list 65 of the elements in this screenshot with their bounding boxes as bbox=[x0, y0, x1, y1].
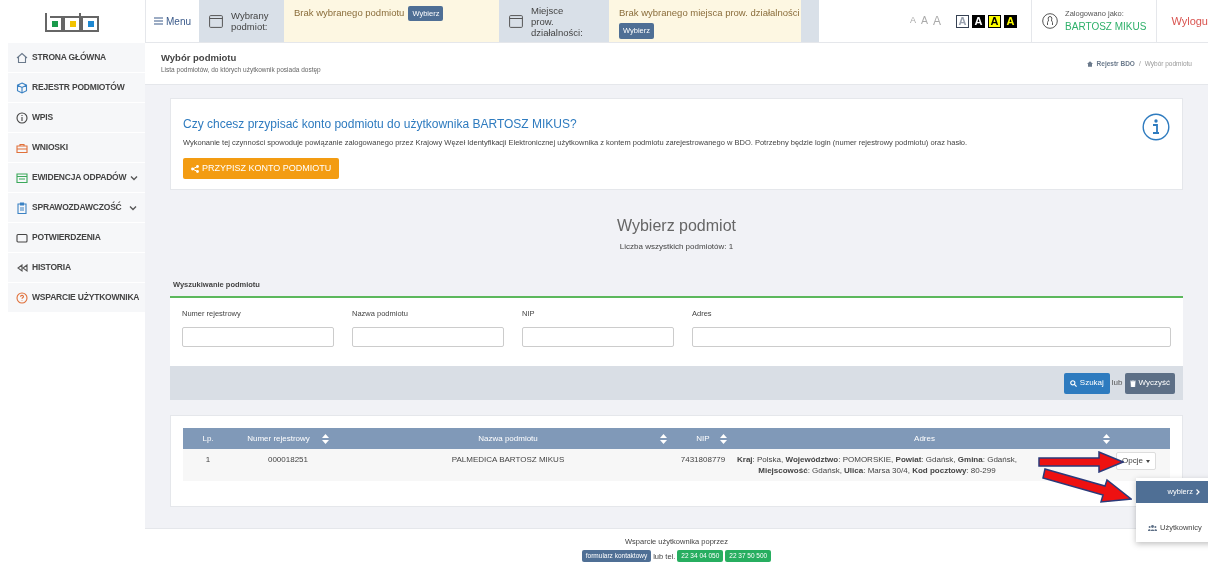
page-title: Wybór podmiotu bbox=[161, 51, 238, 65]
sidebar-item[interactable]: WPIS bbox=[8, 103, 145, 133]
table-cell: Kraj: Polska, Województwo: POMORSKIE, Powiat: Gdańsk, Gmina: Gdańsk, Miejscowość: Gdańsk, Ulica: Marsa 30/4, Kod pocztowy: 80-299 bbox=[733, 449, 1021, 482]
sort-icon[interactable] bbox=[1103, 433, 1110, 444]
selector-panel: Wybrany podmiot: bbox=[199, 0, 284, 42]
cube-icon bbox=[16, 81, 28, 94]
contrast-button[interactable]: A bbox=[956, 14, 970, 28]
sidebar-item[interactable]: POTWIERDZENIA bbox=[8, 223, 145, 253]
sidebar-item[interactable]: WNIOSKI bbox=[8, 133, 145, 163]
contrast-button[interactable]: A bbox=[988, 14, 1002, 28]
sidebar-item[interactable]: REJESTR PODMIOTÓW bbox=[8, 73, 145, 103]
input-field[interactable] bbox=[182, 326, 334, 347]
square-icon bbox=[16, 231, 28, 244]
column-header[interactable]: Nazwa podmiotu bbox=[343, 428, 673, 450]
share-icon bbox=[191, 164, 199, 173]
list-icon bbox=[16, 171, 28, 184]
sidebar-item[interactable]: EWIDENCJA ODPADÓW bbox=[8, 163, 145, 193]
home-icon bbox=[1086, 60, 1093, 67]
table-cell: 000018251 bbox=[233, 449, 343, 482]
section-title: Wybierz podmiot bbox=[617, 216, 736, 236]
user-icon bbox=[1042, 13, 1059, 29]
sidebar-item[interactable]: WSPARCIE UŻYTKOWNIKA bbox=[8, 283, 145, 313]
entity-count: Liczba wszystkich podmiotów: 1 bbox=[619, 241, 734, 253]
sidebar-item[interactable]: SPRAWOZDAWCZOŚĆ bbox=[8, 193, 145, 223]
window-icon bbox=[509, 14, 523, 28]
input-field[interactable] bbox=[352, 326, 504, 347]
or-text: lub bbox=[1111, 377, 1123, 390]
logout-link[interactable]: Wylogu bbox=[1156, 0, 1208, 42]
users-icon bbox=[1148, 525, 1157, 531]
column-header[interactable]: Adres bbox=[733, 428, 1116, 450]
selector-panel: Miejsce prow. działalności: bbox=[499, 0, 609, 42]
menu-icon bbox=[154, 17, 163, 25]
info-icon bbox=[1142, 113, 1170, 141]
sort-icon[interactable] bbox=[321, 433, 329, 444]
chevron-right-icon bbox=[1196, 489, 1200, 495]
table-cell: PALMEDICA BARTOSZ MIKUS bbox=[343, 449, 673, 482]
search-button[interactable]: Szukaj bbox=[1063, 372, 1110, 394]
trash-icon bbox=[1129, 379, 1136, 387]
info-title: Czy chcesz przypisać konto podmiotu do użytkownika BARTOSZ MIKUS? bbox=[183, 116, 577, 133]
window-icon bbox=[209, 14, 223, 28]
table-cell: 1 bbox=[183, 449, 233, 482]
home-icon bbox=[16, 51, 28, 64]
sidebar-item[interactable]: HISTORIA bbox=[8, 253, 145, 283]
help-icon bbox=[16, 291, 28, 304]
search-icon bbox=[1069, 379, 1077, 387]
input-field[interactable] bbox=[692, 326, 1171, 347]
clipboard-icon bbox=[16, 201, 28, 214]
column-header: Lp. bbox=[183, 428, 233, 450]
column-header[interactable]: Numer rejestrowy bbox=[233, 428, 343, 450]
clear-button[interactable]: Wyczyść bbox=[1124, 372, 1175, 394]
contrast-button[interactable]: A bbox=[1004, 14, 1018, 28]
sort-icon[interactable] bbox=[660, 433, 667, 444]
rewind-icon bbox=[16, 261, 28, 274]
sidebar-item[interactable]: STRONA GŁÓWNA bbox=[8, 43, 145, 73]
column-header[interactable]: NIP bbox=[673, 428, 733, 450]
table-cell: 7431808779 bbox=[673, 449, 733, 482]
info-icon bbox=[16, 111, 28, 124]
contrast-button[interactable]: A bbox=[972, 14, 986, 28]
options-button[interactable]: Opcje bbox=[1116, 452, 1156, 471]
logo-drawing bbox=[44, 11, 101, 32]
caret-icon bbox=[1145, 459, 1150, 463]
user-name: BARTOSZ MIKUS bbox=[1065, 20, 1147, 35]
sort-icon[interactable] bbox=[720, 433, 727, 444]
briefcase-icon bbox=[16, 141, 28, 154]
input-field[interactable] bbox=[522, 326, 674, 347]
